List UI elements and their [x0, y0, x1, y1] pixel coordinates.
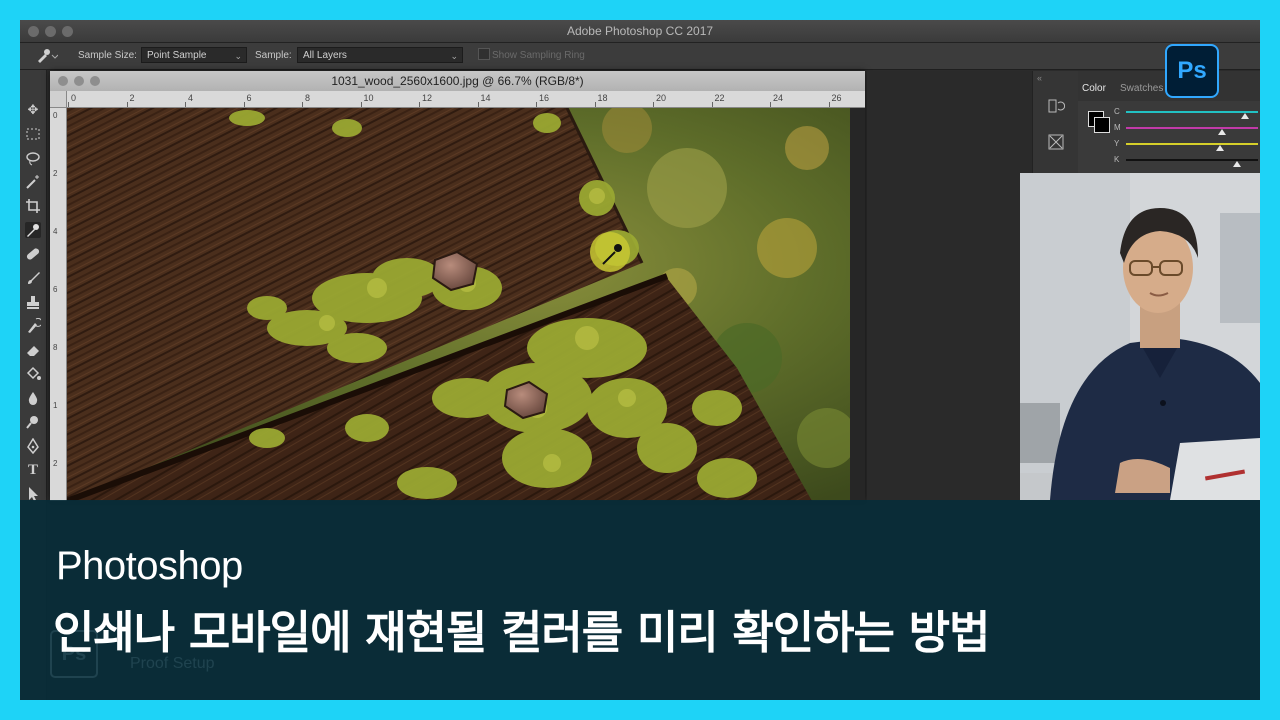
marquee-tool-icon[interactable]	[25, 126, 41, 142]
pen-tool-icon[interactable]	[25, 438, 41, 454]
sample-value: All Layers	[303, 50, 347, 61]
ruler-tick-label: 6	[53, 285, 58, 294]
ruler-origin[interactable]	[50, 91, 67, 108]
history-panel-icon[interactable]	[1047, 97, 1066, 120]
channel-slider-thumb[interactable]	[1240, 113, 1249, 119]
sample-select[interactable]: All Layers ⌄	[297, 47, 463, 63]
ruler-tick-label: 8	[53, 343, 58, 352]
document-window: 1031_wood_2560x1600.jpg @ 66.7% (RGB/8*)…	[50, 71, 865, 501]
chevron-down-icon: ⌄	[450, 51, 458, 61]
ruler-tick	[770, 102, 771, 107]
sample-size-label: Sample Size:	[78, 50, 137, 61]
ruler-tick	[243, 102, 245, 107]
ruler-tick	[594, 102, 596, 107]
app-title: Adobe Photoshop CC 2017	[566, 24, 714, 38]
history-brush-tool-icon[interactable]	[25, 318, 41, 334]
caption-overlay: Ps Proof Setup Photoshop 인쇄나 모바일에 재현될 컬러…	[20, 500, 1260, 700]
ruler-tick-label: 4	[188, 93, 194, 103]
sample-size-select[interactable]: Point Sample ⌄	[141, 47, 247, 63]
tab-swatches[interactable]: Swatches	[1120, 83, 1163, 94]
ruler-tick-label: 18	[597, 93, 608, 103]
presenter-video	[1020, 173, 1260, 500]
clone-stamp-tool-icon[interactable]	[25, 294, 41, 310]
dodge-tool-icon[interactable]	[25, 414, 41, 430]
blur-tool-icon[interactable]	[25, 390, 41, 406]
ruler-tick-label: 16	[539, 93, 550, 103]
options-bar: Sample Size: Point Sample ⌄ Sample: All …	[20, 43, 1260, 70]
properties-panel-icon[interactable]	[1047, 133, 1065, 156]
eyedropper-preset-icon[interactable]	[36, 47, 59, 66]
move-tool-icon[interactable]: ✥	[25, 102, 41, 118]
ruler-tick-label: 1	[53, 401, 58, 410]
ruler-tick-label: 10	[363, 93, 374, 103]
ruler-tick	[828, 102, 830, 107]
ruler-tick	[68, 102, 69, 107]
presenter-image	[1020, 173, 1260, 500]
channel-slider-thumb[interactable]	[1215, 145, 1224, 151]
ruler-tick-label: 20	[656, 93, 667, 103]
ruler-tick-label: 22	[714, 93, 725, 103]
caption-title: 인쇄나 모바일에 재현될 컬러를 미리 확인하는 방법	[53, 606, 990, 659]
ruler-tick-label: 8	[305, 93, 311, 103]
image-canvas[interactable]	[67, 108, 850, 501]
healing-brush-tool-icon[interactable]	[25, 246, 41, 262]
chevron-down-icon: ⌄	[234, 51, 242, 61]
show-sampling-ring-checkbox[interactable]	[478, 48, 490, 60]
wood-lichen-photo	[67, 108, 850, 501]
ruler-tick-label: 0	[53, 111, 58, 120]
ruler-tick	[185, 102, 186, 107]
document-title: 1031_wood_2560x1600.jpg @ 66.7% (RGB/8*)	[331, 74, 584, 88]
eyedropper-tool-icon[interactable]	[25, 222, 41, 238]
sample-size-value: Point Sample	[147, 50, 207, 61]
app-frame: Adobe Photoshop CC 2017 Sample Size: Poi…	[20, 20, 1260, 700]
ruler-tick-label: 2	[53, 169, 58, 178]
document-title-bar: 1031_wood_2560x1600.jpg @ 66.7% (RGB/8*)	[50, 71, 865, 91]
channel-label: K	[1114, 155, 1120, 164]
ruler-tick	[360, 102, 362, 107]
title-bar: Adobe Photoshop CC 2017	[20, 20, 1260, 43]
ruler-tick-label: 2	[53, 459, 58, 468]
channel-slider-thumb[interactable]	[1232, 161, 1241, 167]
ruler-tick-label: 4	[53, 227, 58, 236]
channel-label: M	[1114, 123, 1121, 132]
ruler-tick	[477, 102, 479, 107]
channel-label: C	[1114, 107, 1120, 116]
ruler-tick-label: 24	[773, 93, 784, 103]
ruler-tick-label: 6	[246, 93, 252, 103]
sample-label: Sample:	[255, 50, 292, 61]
magic-wand-tool-icon[interactable]	[25, 174, 41, 190]
lasso-tool-icon[interactable]	[25, 150, 41, 166]
brush-tool-icon[interactable]	[25, 270, 41, 286]
show-sampling-ring-label: Show Sampling Ring	[492, 50, 585, 61]
type-tool-icon[interactable]: T	[25, 462, 41, 478]
eraser-tool-icon[interactable]	[25, 342, 41, 358]
background-color-swatch[interactable]	[1094, 117, 1110, 133]
ruler-tick-label: 12	[422, 93, 433, 103]
ruler-tick	[653, 102, 654, 107]
tab-color[interactable]: Color	[1082, 83, 1106, 94]
ruler-tick	[419, 102, 420, 107]
crop-tool-icon[interactable]	[25, 198, 41, 214]
ruler-tick	[302, 102, 303, 107]
ruler-tick	[536, 102, 537, 107]
paint-bucket-tool-icon[interactable]	[25, 366, 41, 382]
ruler-tick-label: 14	[480, 93, 491, 103]
channel-label: Y	[1114, 139, 1120, 148]
horizontal-ruler[interactable]: 0 2 4 6 8 10 12 14 16 18 20 22 24 26	[66, 91, 865, 108]
channel-slider-track[interactable]	[1126, 111, 1258, 113]
collapse-panels-icon[interactable]: «	[1037, 73, 1042, 83]
channel-slider-thumb[interactable]	[1218, 129, 1227, 135]
photoshop-logo: Ps	[1165, 44, 1219, 98]
channel-slider-track[interactable]	[1126, 127, 1258, 129]
vertical-ruler[interactable]: 0 2 4 6 8 1 2	[50, 107, 67, 501]
ruler-tick	[126, 102, 128, 107]
channel-slider-track[interactable]	[1126, 143, 1258, 145]
ruler-tick-label: 26	[831, 93, 842, 103]
caption-subtitle: Photoshop	[56, 544, 243, 588]
ruler-tick	[711, 102, 713, 107]
ruler-tick-label: 2	[129, 93, 135, 103]
ruler-tick-label: 0	[71, 93, 77, 103]
